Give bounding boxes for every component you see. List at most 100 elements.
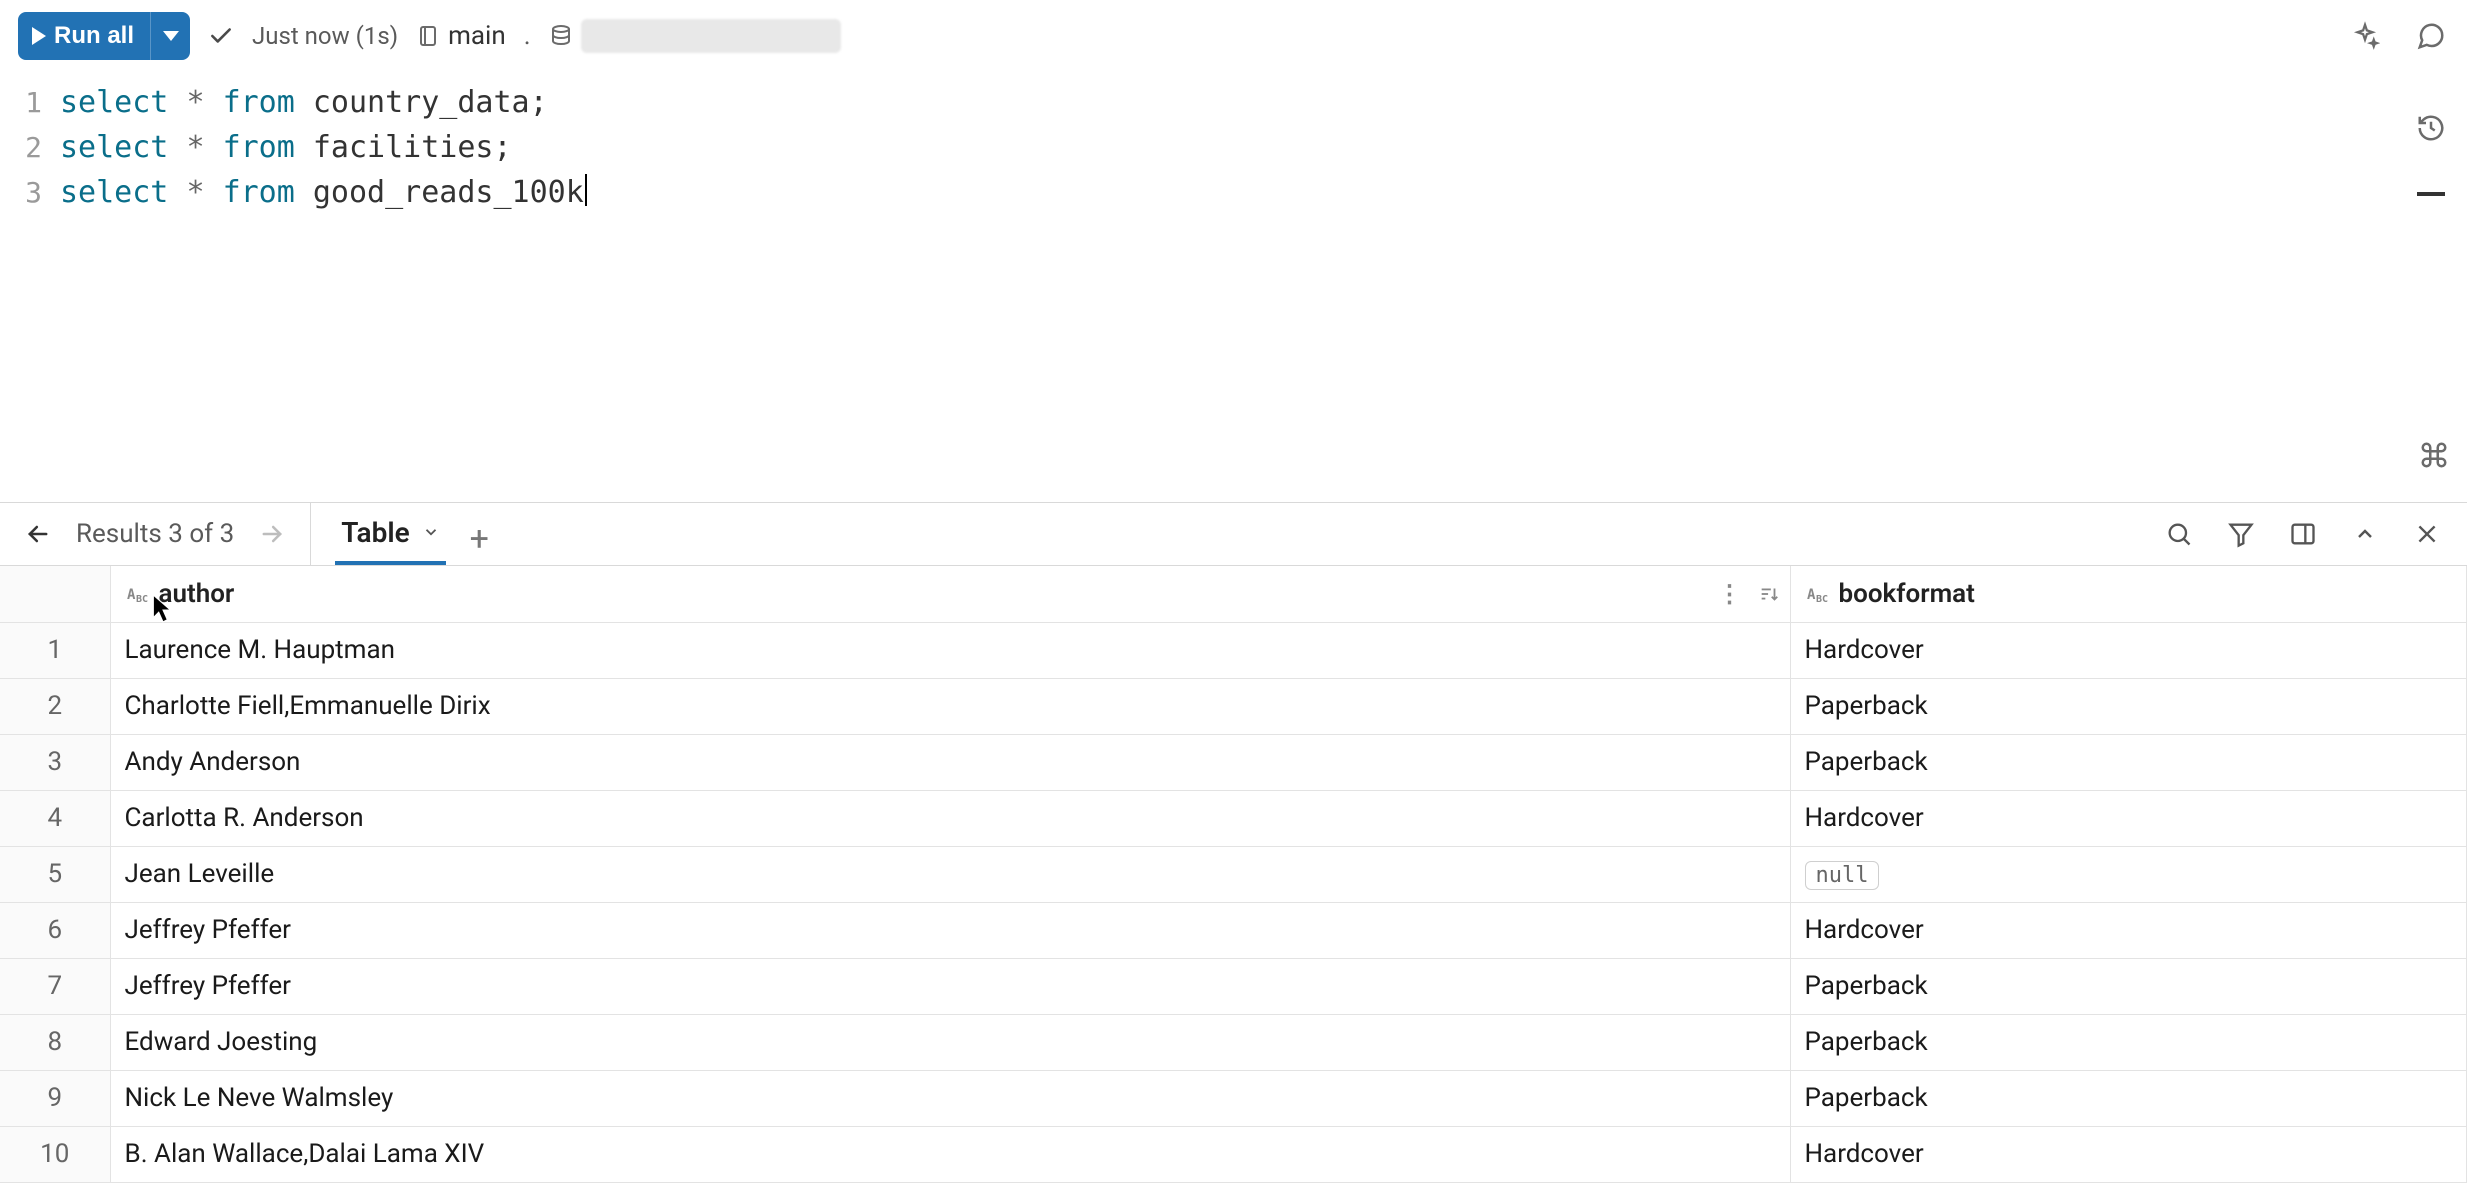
column-name: bookformat bbox=[1839, 579, 1975, 609]
cell-author[interactable]: Laurence M. Hauptman bbox=[110, 622, 1790, 678]
cell-bookformat[interactable]: Paperback bbox=[1790, 678, 2467, 734]
table-row[interactable]: 9Nick Le Neve WalmsleyPaperback bbox=[0, 1070, 2467, 1126]
search-icon[interactable] bbox=[2163, 518, 2195, 550]
tab-label: Table bbox=[341, 516, 409, 549]
code-content: select * from good_reads_100k bbox=[60, 170, 587, 215]
run-all-button[interactable]: Run all bbox=[18, 12, 150, 60]
results-nav: Results 3 of 3 bbox=[0, 503, 311, 565]
cell-author[interactable]: Edward Joesting bbox=[110, 1014, 1790, 1070]
column-menu-icon[interactable]: ⋮ bbox=[1718, 580, 1742, 608]
run-all-split-button: Run all bbox=[18, 12, 190, 60]
results-tabs: Table + bbox=[311, 503, 513, 565]
string-type-icon: ABC bbox=[125, 582, 149, 606]
chevron-down-icon bbox=[163, 31, 179, 41]
catalog-selector[interactable]: main bbox=[416, 21, 506, 51]
results-actions bbox=[2163, 518, 2467, 550]
sql-editor[interactable]: 1select * from country_data;2select * fr… bbox=[0, 72, 2467, 502]
cell-bookformat[interactable]: Paperback bbox=[1790, 1070, 2467, 1126]
results-header: Results 3 of 3 Table + bbox=[0, 502, 2467, 566]
results-next-button[interactable] bbox=[258, 520, 286, 548]
line-number: 3 bbox=[0, 172, 60, 214]
cell-author[interactable]: Jeffrey Pfeffer bbox=[110, 958, 1790, 1014]
cell-author[interactable]: B. Alan Wallace,Dalai Lama XIV bbox=[110, 1126, 1790, 1182]
close-icon[interactable] bbox=[2411, 518, 2443, 550]
cell-bookformat[interactable]: Paperback bbox=[1790, 1014, 2467, 1070]
catalog-icon bbox=[416, 22, 440, 50]
cell-author[interactable]: Jean Leveille bbox=[110, 846, 1790, 902]
row-number: 10 bbox=[0, 1126, 110, 1182]
table-row[interactable]: 8Edward JoestingPaperback bbox=[0, 1014, 2467, 1070]
row-number: 1 bbox=[0, 622, 110, 678]
schema-selector[interactable] bbox=[549, 19, 841, 53]
table-row[interactable]: 1Laurence M. HauptmanHardcover bbox=[0, 622, 2467, 678]
svg-text:A: A bbox=[1807, 587, 1816, 603]
run-all-label: Run all bbox=[54, 22, 134, 50]
column-sort-icon[interactable] bbox=[1758, 583, 1780, 605]
comment-icon[interactable] bbox=[2413, 18, 2449, 54]
text-cursor bbox=[585, 174, 587, 206]
results-counter: Results 3 of 3 bbox=[76, 519, 234, 549]
editor-toolbar: Run all Just now (1s) main . bbox=[0, 0, 2467, 72]
filter-icon[interactable] bbox=[2225, 518, 2257, 550]
row-number: 9 bbox=[0, 1070, 110, 1126]
run-all-dropdown[interactable] bbox=[150, 12, 190, 60]
row-number-header bbox=[0, 566, 110, 622]
cell-bookformat[interactable]: Paperback bbox=[1790, 958, 2467, 1014]
table-row[interactable]: 5Jean Leveille null bbox=[0, 846, 2467, 902]
cell-bookformat[interactable]: null bbox=[1790, 846, 2467, 902]
row-number: 7 bbox=[0, 958, 110, 1014]
database-icon bbox=[549, 24, 573, 48]
table-row[interactable]: 3Andy AndersonPaperback bbox=[0, 734, 2467, 790]
line-number: 2 bbox=[0, 127, 60, 169]
row-number: 5 bbox=[0, 846, 110, 902]
cell-bookformat[interactable]: Hardcover bbox=[1790, 790, 2467, 846]
row-number: 8 bbox=[0, 1014, 110, 1070]
null-badge: null bbox=[1805, 861, 1880, 890]
code-content: select * from country_data; bbox=[60, 80, 548, 125]
tab-table[interactable]: Table bbox=[335, 503, 445, 565]
status-check-icon bbox=[208, 23, 234, 49]
cell-bookformat[interactable]: Hardcover bbox=[1790, 902, 2467, 958]
column-header-bookformat[interactable]: ABC bookformat bbox=[1790, 566, 2467, 622]
cell-bookformat[interactable]: Paperback bbox=[1790, 734, 2467, 790]
catalog-separator: . bbox=[524, 21, 531, 51]
table-row[interactable]: 2Charlotte Fiell,Emmanuelle DirixPaperba… bbox=[0, 678, 2467, 734]
results-prev-button[interactable] bbox=[24, 520, 52, 548]
table-row[interactable]: 7Jeffrey PfefferPaperback bbox=[0, 958, 2467, 1014]
cell-bookformat[interactable]: Hardcover bbox=[1790, 1126, 2467, 1182]
cell-author[interactable]: Charlotte Fiell,Emmanuelle Dirix bbox=[110, 678, 1790, 734]
row-number: 4 bbox=[0, 790, 110, 846]
string-type-icon: ABC bbox=[1805, 582, 1829, 606]
svg-text:C: C bbox=[1822, 594, 1828, 605]
catalog-name: main bbox=[448, 21, 506, 51]
sparkle-icon[interactable] bbox=[2347, 18, 2383, 54]
cell-author[interactable]: Carlotta R. Anderson bbox=[110, 790, 1790, 846]
cell-author[interactable]: Andy Anderson bbox=[110, 734, 1790, 790]
table-row[interactable]: 10B. Alan Wallace,Dalai Lama XIVHardcove… bbox=[0, 1126, 2467, 1182]
cell-author[interactable]: Jeffrey Pfeffer bbox=[110, 902, 1790, 958]
svg-text:A: A bbox=[127, 587, 136, 603]
panel-toggle-icon[interactable] bbox=[2287, 518, 2319, 550]
cell-author[interactable]: Nick Le Neve Walmsley bbox=[110, 1070, 1790, 1126]
code-content: select * from facilities; bbox=[60, 125, 512, 170]
chevron-down-icon bbox=[422, 523, 440, 541]
line-number: 1 bbox=[0, 82, 60, 124]
code-line[interactable]: 3select * from good_reads_100k bbox=[0, 170, 2467, 215]
column-header-author[interactable]: ABC author ⋮ bbox=[110, 566, 1790, 622]
column-name: author bbox=[159, 579, 235, 609]
collapse-icon[interactable] bbox=[2349, 518, 2381, 550]
table-row[interactable]: 6Jeffrey PfefferHardcover bbox=[0, 902, 2467, 958]
keyboard-shortcut-icon[interactable] bbox=[2419, 440, 2449, 470]
code-line[interactable]: 2select * from facilities; bbox=[0, 125, 2467, 170]
schema-name-redacted bbox=[581, 19, 841, 53]
cell-bookformat[interactable]: Hardcover bbox=[1790, 622, 2467, 678]
results-table[interactable]: ABC author ⋮ ABC bookformat bbox=[0, 566, 2467, 1193]
toolbar-right bbox=[2347, 18, 2449, 54]
row-number: 3 bbox=[0, 734, 110, 790]
table-row[interactable]: 4Carlotta R. AndersonHardcover bbox=[0, 790, 2467, 846]
code-line[interactable]: 1select * from country_data; bbox=[0, 80, 2467, 125]
add-tab-button[interactable]: + bbox=[470, 519, 489, 565]
play-icon bbox=[32, 27, 46, 45]
row-number: 2 bbox=[0, 678, 110, 734]
svg-text:C: C bbox=[142, 594, 148, 605]
